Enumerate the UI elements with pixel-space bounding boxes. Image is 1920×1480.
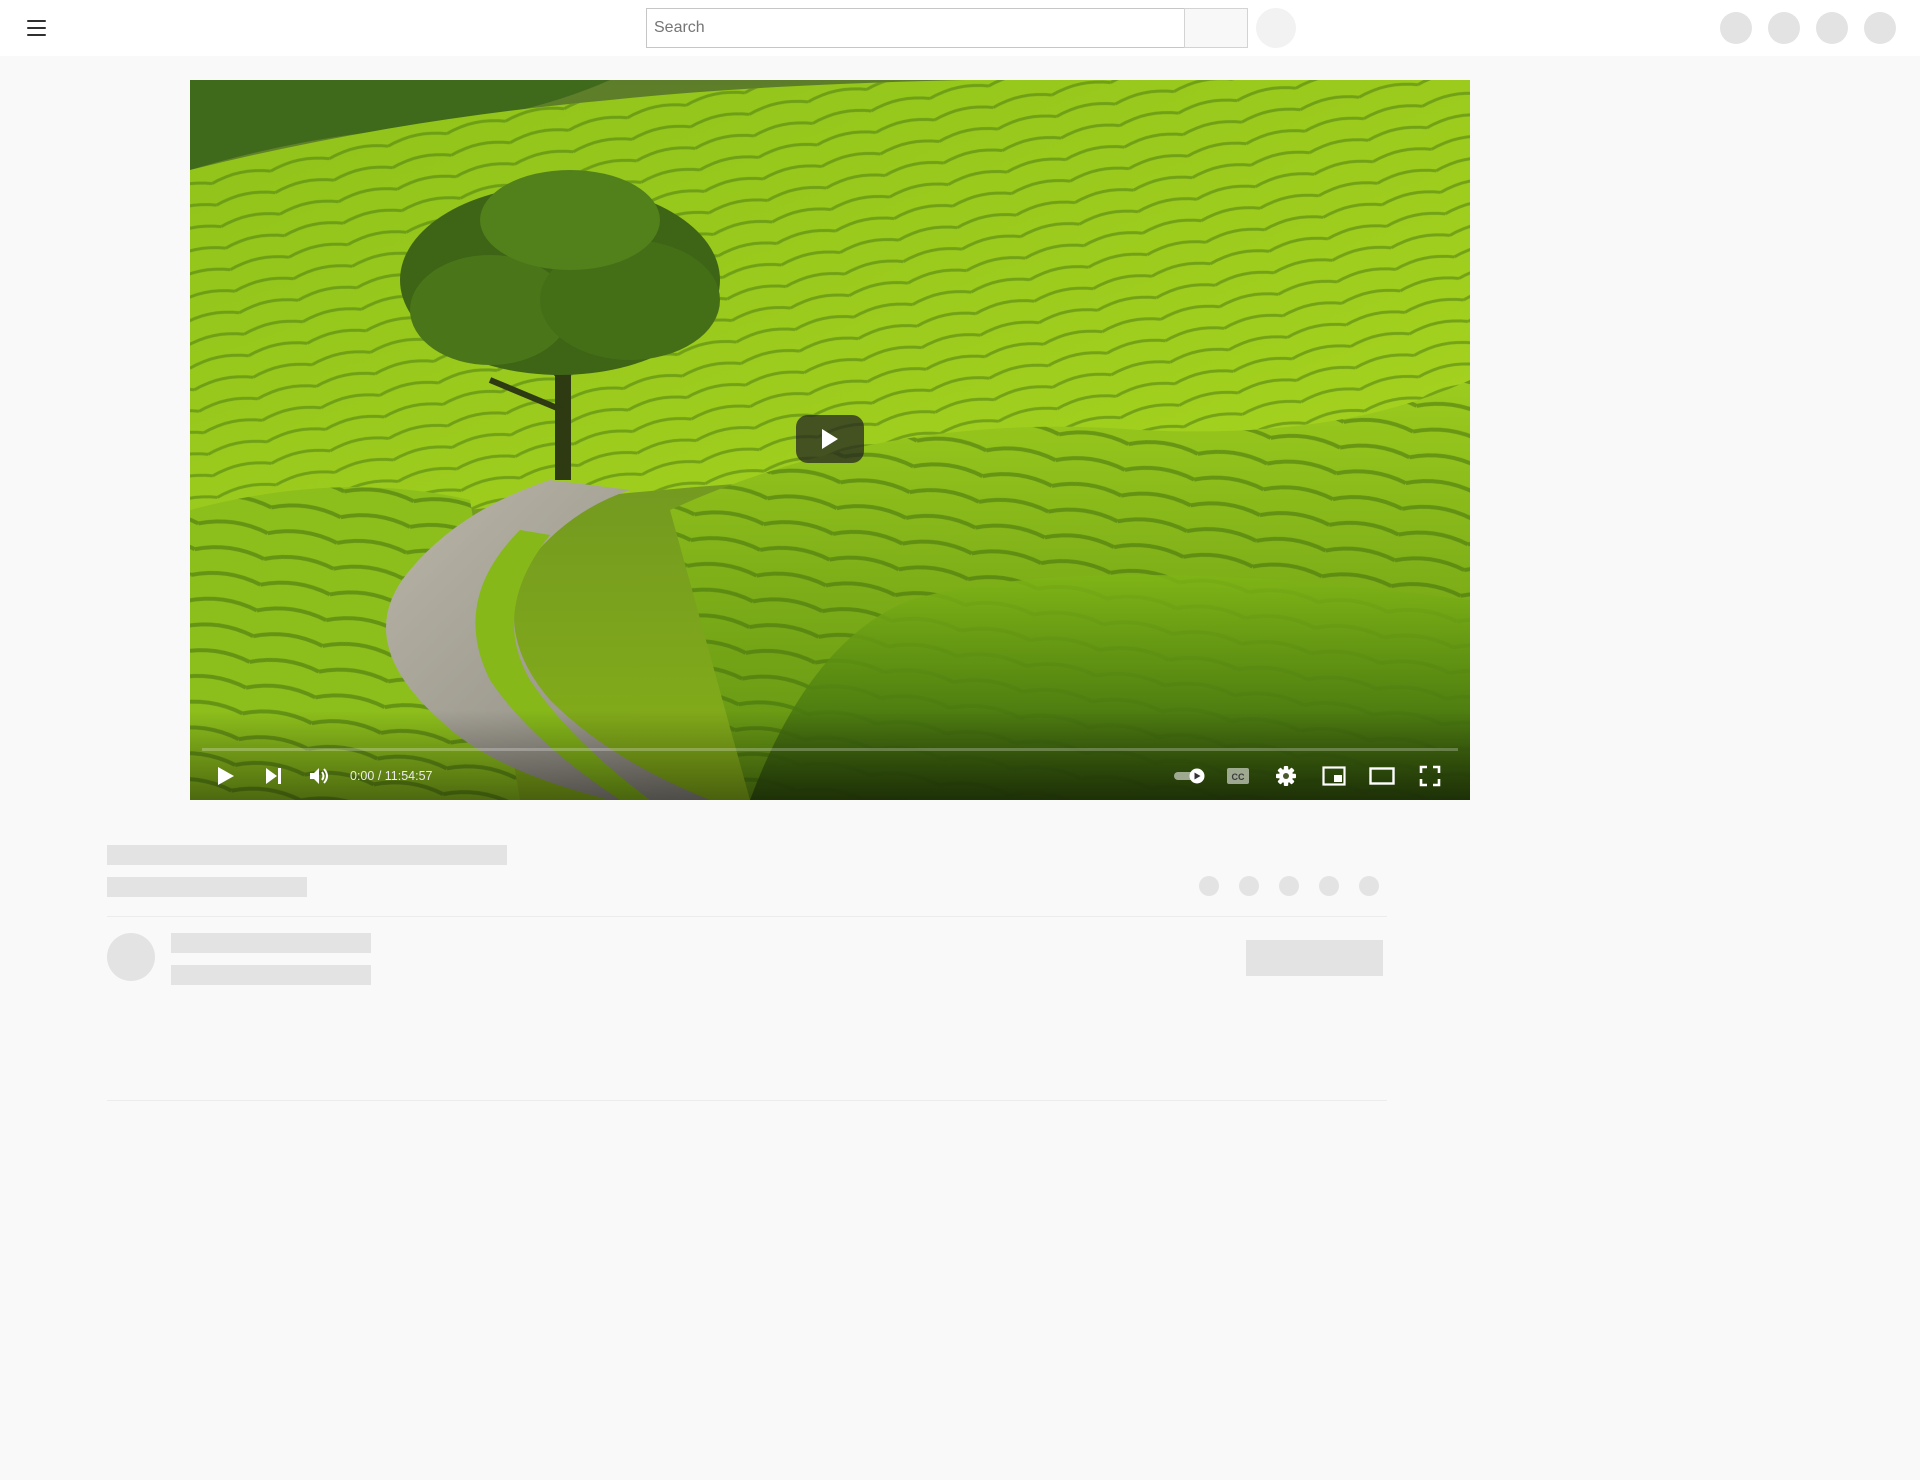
theater-mode-icon — [1369, 767, 1395, 785]
mute-button[interactable] — [300, 756, 340, 796]
large-play-button[interactable] — [796, 415, 864, 463]
avatar[interactable] — [1864, 12, 1896, 44]
volume-icon — [310, 768, 328, 784]
autoplay-toggle-icon — [1174, 768, 1205, 784]
notifications-button-placeholder[interactable] — [1816, 12, 1848, 44]
progress-bar[interactable] — [202, 748, 1458, 751]
theater-mode-button[interactable] — [1362, 756, 1402, 796]
fullscreen-icon — [1419, 765, 1441, 787]
divider — [107, 1100, 1387, 1101]
video-player[interactable]: 0:00 / 11:54:57 CC — [190, 80, 1470, 800]
video-info-placeholder — [107, 877, 307, 897]
next-icon — [266, 768, 281, 784]
search-button[interactable] — [1184, 8, 1248, 48]
subscriber-count-placeholder — [171, 965, 371, 985]
settings-button[interactable] — [1266, 756, 1306, 796]
search-input[interactable] — [646, 8, 1184, 48]
divider — [107, 916, 1387, 917]
play-button[interactable] — [206, 756, 246, 796]
svg-text:CC: CC — [1232, 772, 1245, 782]
fullscreen-button[interactable] — [1410, 756, 1450, 796]
save-button-placeholder[interactable] — [1319, 876, 1339, 896]
create-button-placeholder[interactable] — [1720, 12, 1752, 44]
next-button[interactable] — [254, 756, 294, 796]
current-time: 0:00 — [350, 769, 375, 783]
play-icon — [218, 767, 234, 785]
hamburger-menu-icon[interactable] — [22, 16, 50, 40]
miniplayer-button[interactable] — [1314, 756, 1354, 796]
duration: 11:54:57 — [384, 769, 433, 783]
captions-icon: CC — [1227, 768, 1249, 784]
play-icon — [822, 429, 838, 449]
time-separator: / — [374, 769, 385, 783]
video-title-placeholder — [107, 845, 507, 865]
masthead — [0, 0, 1920, 56]
autoplay-toggle[interactable] — [1170, 756, 1210, 796]
miniplayer-icon — [1322, 766, 1346, 786]
subscribe-button-placeholder[interactable] — [1246, 940, 1383, 976]
more-actions-button-placeholder[interactable] — [1359, 876, 1379, 896]
apps-button-placeholder[interactable] — [1768, 12, 1800, 44]
share-button-placeholder[interactable] — [1279, 876, 1299, 896]
channel-name-placeholder — [171, 933, 371, 953]
dislike-button-placeholder[interactable] — [1239, 876, 1259, 896]
settings-icon — [1276, 766, 1296, 786]
channel-avatar-placeholder[interactable] — [107, 933, 155, 981]
voice-search-button[interactable] — [1256, 8, 1296, 48]
time-display: 0:00 / 11:54:57 — [350, 768, 433, 784]
like-button-placeholder[interactable] — [1199, 876, 1219, 896]
subtitles-button[interactable]: CC — [1218, 756, 1258, 796]
